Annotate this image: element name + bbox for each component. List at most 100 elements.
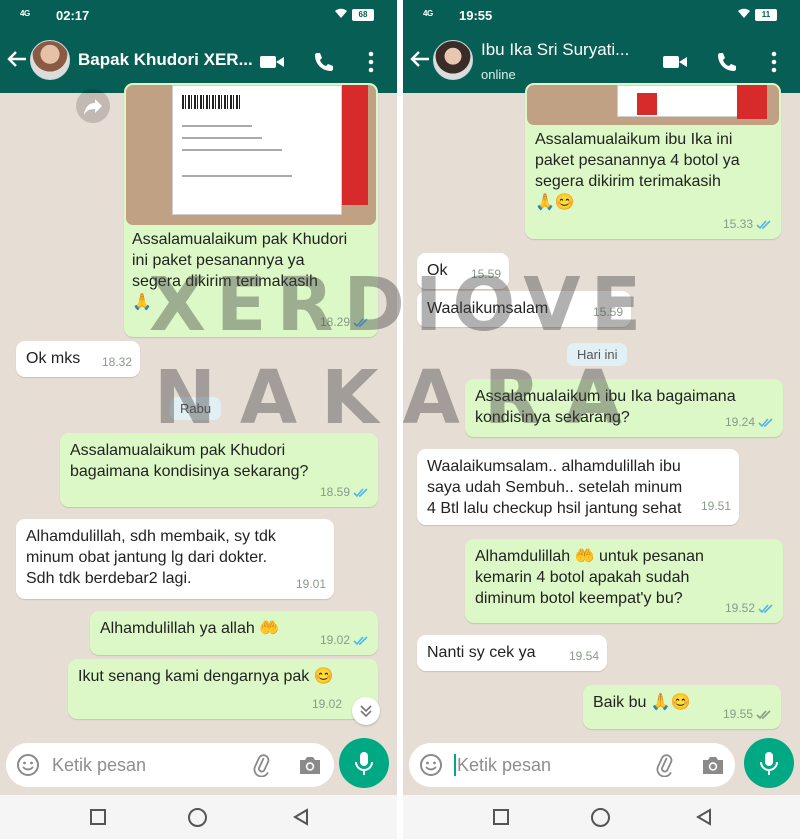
message-bubble[interactable]: Ikut senang kami dengarnya pak 😊 19.02 [68, 659, 378, 719]
message-time: 19.24 [724, 415, 755, 429]
message-bubble[interactable]: Alhamdulillah 🤲 untuk pesanan kemarin 4 … [465, 539, 783, 623]
message-bubble[interactable]: Assalamualaikum pak Khudori ini paket pe… [124, 83, 378, 337]
message-input-bar: Ketik pesan [409, 743, 735, 787]
message-time: 15.59 [592, 305, 623, 319]
delivered-ticks-icon [756, 710, 771, 720]
microphone-icon [760, 752, 778, 775]
message-bubble[interactable]: Ok mks 18.32 [16, 341, 140, 377]
phone-call-icon[interactable] [313, 51, 335, 73]
forward-button[interactable] [76, 89, 110, 123]
message-bubble[interactable]: Waalaikumsalam 15.59 [417, 291, 631, 327]
read-ticks-icon [758, 418, 773, 428]
scroll-to-bottom-button[interactable] [352, 697, 380, 725]
red-tape [637, 93, 657, 115]
network-indicator: 4G [423, 9, 433, 18]
camera-icon[interactable] [701, 754, 725, 776]
message-bubble[interactable]: Ok 15.59 [417, 253, 509, 289]
message-time: 18.32 [101, 355, 132, 369]
label-line [182, 149, 282, 151]
message-meta: 18.59 [320, 482, 370, 503]
back-arrow-icon[interactable] [6, 48, 28, 70]
chat-panel-left: 4G 02:17 68 Bapak Khudori XER... Assalam… [0, 0, 397, 839]
contact-avatar[interactable] [30, 40, 70, 80]
message-input[interactable]: Ketik pesan [457, 755, 551, 776]
message-meta: 19.24 [725, 412, 775, 433]
message-meta: 18.29 [320, 312, 370, 333]
message-meta: 19.02 [312, 694, 342, 715]
voice-record-button[interactable] [339, 738, 389, 788]
message-bubble[interactable]: Baik bu 🙏😊 19.55 [583, 685, 781, 729]
message-meta: 19.52 [725, 598, 775, 619]
message-meta: 18.32 [102, 352, 132, 373]
message-meta: 15.33 [723, 214, 773, 235]
message-bubble[interactable]: Waalaikumsalam.. alhamdulillah ibu saya … [417, 449, 739, 525]
message-meta: 19.51 [701, 496, 731, 517]
camera-icon[interactable] [298, 754, 322, 776]
contact-name[interactable]: Bapak Khudori XER... [78, 50, 253, 70]
text-cursor [454, 754, 456, 776]
message-time: 19.54 [568, 649, 599, 663]
system-nav-bar [0, 795, 397, 839]
message-bubble[interactable]: Assalamualaikum ibu Ika bagaimana kondis… [465, 379, 783, 437]
video-call-icon[interactable] [663, 54, 687, 70]
message-bubble[interactable]: Nanti sy cek ya 19.54 [417, 635, 607, 671]
system-nav-bar [403, 795, 800, 839]
label-line [182, 137, 262, 139]
video-call-icon[interactable] [260, 54, 284, 70]
message-time: 19.51 [700, 499, 731, 513]
more-options-icon[interactable] [768, 50, 780, 74]
double-chevron-down-icon [360, 705, 372, 718]
message-time: 18.59 [319, 485, 350, 499]
phone-call-icon[interactable] [716, 51, 738, 73]
message-bubble[interactable]: Assalamualaikum pak Khudori bagaimana ko… [60, 433, 378, 507]
message-time: 19.01 [295, 577, 326, 591]
home-icon[interactable] [188, 808, 207, 827]
message-text: Assalamualaikum pak Khudori bagaimana ko… [70, 442, 309, 480]
more-options-icon[interactable] [365, 50, 377, 74]
recent-apps-icon[interactable] [493, 809, 509, 825]
microphone-icon [355, 752, 373, 775]
battery-icon: 68 [352, 9, 374, 21]
emoji-icon[interactable] [16, 753, 40, 777]
contact-avatar[interactable] [433, 40, 473, 80]
back-arrow-icon[interactable] [409, 48, 431, 70]
chat-panel-right: 4G 19:55 11 Ibu Ika Sri Suryati... onlin… [403, 0, 800, 839]
home-icon[interactable] [591, 808, 610, 827]
message-text: Assalamualaikum pak Khudori ini paket pe… [132, 231, 348, 311]
read-ticks-icon [353, 636, 368, 646]
back-nav-icon[interactable] [695, 808, 713, 826]
message-time: 15.59 [470, 267, 501, 281]
message-meta: 19.01 [296, 574, 326, 595]
message-time: 19.02 [311, 697, 342, 711]
message-time: 15.33 [722, 217, 753, 231]
attachment-icon[interactable] [250, 753, 274, 777]
message-list: Assalamualaikum pak Khudori ini paket pe… [0, 83, 397, 749]
message-meta: 15.59 [593, 302, 623, 323]
read-ticks-icon [353, 488, 368, 498]
forward-icon [84, 99, 102, 115]
package-photo[interactable] [527, 85, 779, 125]
message-bubble[interactable]: Alhamdulillah ya allah 🤲 19.02 [90, 611, 378, 655]
message-text: Alhamdulillah, sdh membaik, sy tdk minum… [26, 528, 276, 587]
message-bubble[interactable]: Assalamualaikum ibu Ika ini paket pesana… [525, 83, 781, 239]
status-time: 02:17 [56, 8, 90, 23]
recent-apps-icon[interactable] [90, 809, 106, 825]
emoji-icon[interactable] [419, 753, 443, 777]
voice-record-button[interactable] [744, 738, 794, 788]
battery-icon: 11 [755, 9, 777, 21]
red-tape [737, 85, 767, 119]
message-bubble[interactable]: Alhamdulillah, sdh membaik, sy tdk minum… [16, 519, 334, 599]
label-line [182, 125, 252, 127]
message-meta: 19.55 [723, 704, 773, 725]
message-time: 18.29 [319, 315, 350, 329]
barcode [182, 95, 242, 109]
back-nav-icon[interactable] [292, 808, 310, 826]
message-text: Ikut senang kami dengarnya pak 😊 [78, 668, 334, 685]
status-bar: 4G 02:17 68 [0, 0, 397, 30]
attachment-icon[interactable] [653, 753, 677, 777]
message-input[interactable]: Ketik pesan [52, 755, 146, 776]
package-photo[interactable] [126, 85, 376, 225]
contact-name[interactable]: Ibu Ika Sri Suryati... [481, 40, 629, 60]
wifi-icon [335, 8, 347, 18]
message-text: Waalaikumsalam [427, 300, 549, 317]
